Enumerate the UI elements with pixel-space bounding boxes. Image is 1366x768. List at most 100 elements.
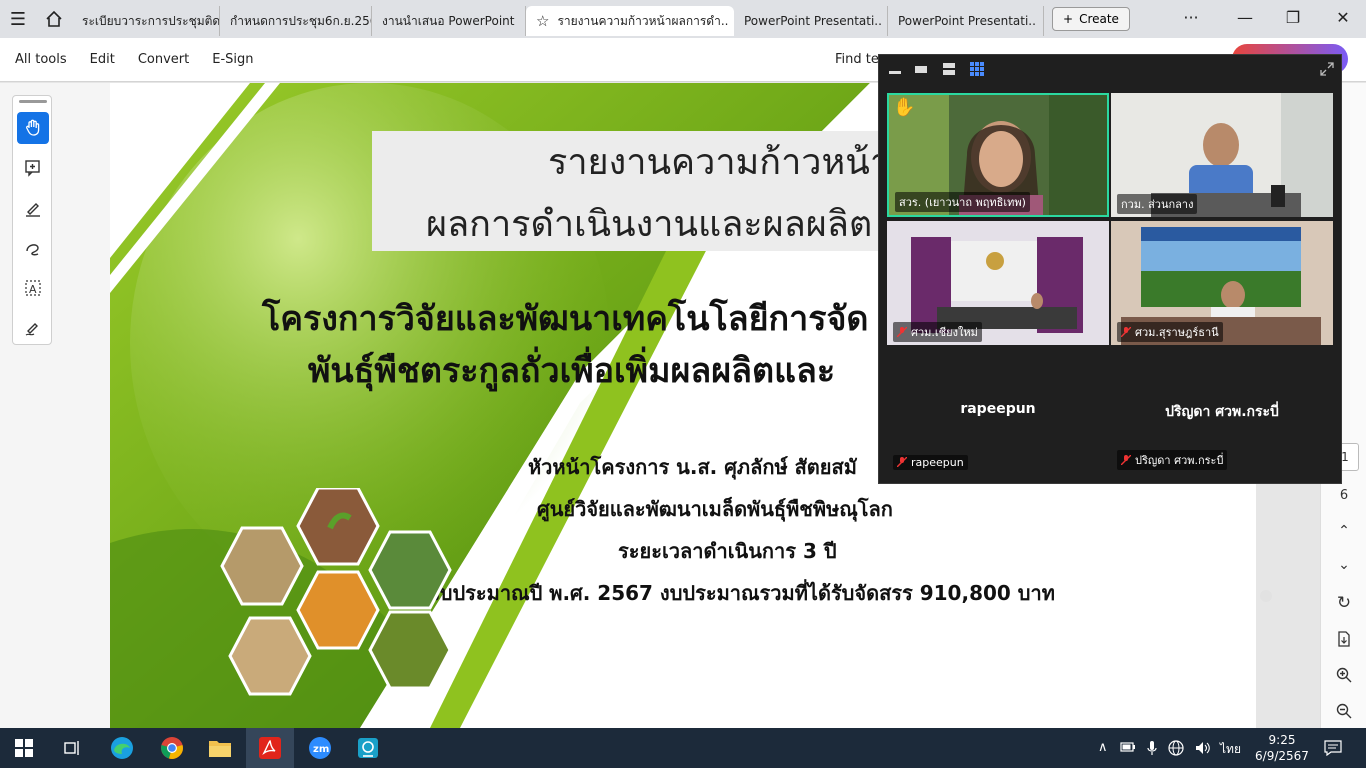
project-leader: หัวหน้าโครงการ น.ส. ศุภลักษ์ สัตยสมั bbox=[528, 455, 857, 479]
draw-icon[interactable] bbox=[17, 232, 49, 264]
menu-all-tools[interactable]: All tools bbox=[15, 52, 67, 67]
participant-display-name: ปริญดา ศวพ.กระบี่ bbox=[1165, 404, 1279, 420]
svg-text:zm: zm bbox=[313, 744, 329, 755]
tab-label: รายงานความก้าวหน้าผลการดำ.. bbox=[557, 13, 729, 28]
muted-mic-icon bbox=[896, 456, 908, 468]
menu-convert[interactable]: Convert bbox=[138, 52, 189, 67]
clock-time: 9:25 bbox=[1268, 733, 1296, 747]
soybean-seeds-image bbox=[220, 526, 304, 606]
participant-name-text: ศวม.เชียงใหม่ bbox=[911, 326, 978, 339]
app-icon[interactable] bbox=[344, 728, 392, 768]
research-center: ศูนย์วิจัยและพัฒนาเมล็ดพันธุ์พืชพิษณุโลก bbox=[537, 497, 893, 521]
video-tile-off[interactable]: ปริญดา ศวพ.กระบี่ ปริญดา ศวพ.กระบี่ bbox=[1111, 349, 1333, 473]
windows-start-icon[interactable] bbox=[0, 728, 48, 768]
tab-label: ระเบียบวาระการประชุมติดตา.. bbox=[82, 13, 220, 28]
acrobat-icon[interactable] bbox=[246, 728, 294, 768]
participant-display-name: rapeepun bbox=[960, 401, 1036, 417]
volume-icon[interactable] bbox=[1194, 740, 1212, 759]
tab-label: PowerPoint Presentati.. bbox=[744, 14, 882, 28]
next-page-icon[interactable]: ⌄ bbox=[1329, 551, 1359, 579]
text-select-icon[interactable]: A bbox=[17, 272, 49, 304]
page-count: 6 bbox=[1339, 487, 1349, 503]
menu-edit[interactable]: Edit bbox=[90, 52, 115, 67]
seedling-image bbox=[296, 488, 380, 566]
sign-icon[interactable] bbox=[17, 312, 49, 344]
video-tile-off[interactable]: rapeepun rapeepun bbox=[887, 349, 1109, 473]
notification-icon[interactable] bbox=[1324, 740, 1342, 759]
zoom-out-icon[interactable] bbox=[1329, 697, 1359, 725]
zoom-app-icon[interactable]: zm bbox=[296, 728, 344, 768]
participant-name: สวร. (เยาวนาถ พฤทธิเทพ) bbox=[895, 192, 1030, 212]
browser-tab[interactable]: งานนำเสนอ PowerPoint bbox=[372, 6, 526, 36]
tab-label: กำหนดการประชุม6ก.ย.256.. bbox=[230, 13, 372, 28]
participant-name: ศวม.เชียงใหม่ bbox=[893, 322, 982, 342]
browser-tab[interactable]: กำหนดการประชุม6ก.ย.256.. bbox=[220, 6, 372, 36]
browser-tab-bar: ☰ ระเบียบวาระการประชุมติดตา.. กำหนดการปร… bbox=[0, 0, 1366, 38]
network-globe-icon[interactable] bbox=[1168, 740, 1184, 759]
task-view-icon[interactable] bbox=[48, 728, 96, 768]
browser-tab[interactable]: PowerPoint Presentati.. bbox=[734, 6, 888, 36]
zoom-in-icon[interactable] bbox=[1329, 661, 1359, 689]
raise-hand-icon: ✋ bbox=[893, 97, 916, 118]
chevron-up-icon[interactable]: ∧ bbox=[1098, 740, 1108, 755]
video-tile[interactable]: ศวม.สุราษฎร์ธานี bbox=[1111, 221, 1333, 345]
zoom-meeting-window: ✋ สวร. (เยาวนาถ พฤทธิเทพ) กวม. ส่วนกลาง … bbox=[878, 54, 1342, 484]
previous-page-icon[interactable]: ⌃ bbox=[1329, 517, 1359, 545]
more-options-icon[interactable]: ··· bbox=[1166, 0, 1216, 34]
hamburger-menu-icon[interactable]: ☰ bbox=[0, 0, 36, 38]
input-language[interactable]: ไทย bbox=[1220, 740, 1241, 759]
slide-title-line1: รายงานความก้าวหน้า bbox=[548, 142, 891, 183]
participant-name: กวม. ส่วนกลาง bbox=[1117, 194, 1198, 214]
zoom-window-toolbar bbox=[879, 55, 1341, 85]
home-icon[interactable] bbox=[36, 0, 72, 38]
participant-name-text: ปริญดา ศวพ.กระบี่ bbox=[1135, 454, 1224, 467]
minimize-icon[interactable]: — bbox=[1220, 0, 1270, 34]
project-budget: งบประมาณปี พ.ศ. 2567 งบประมาณรวมที่ได้รั… bbox=[430, 581, 1055, 605]
speaker-view-icon[interactable] bbox=[913, 61, 929, 77]
battery-icon[interactable] bbox=[1120, 740, 1136, 757]
participant-name-text: ศวม.สุราษฎร์ธานี bbox=[1135, 326, 1219, 339]
gallery-view-icon[interactable] bbox=[969, 61, 985, 77]
corn-image bbox=[296, 570, 380, 650]
video-tile[interactable]: ✋ สวร. (เยาวนาถ พฤทธิเทพ) bbox=[887, 93, 1109, 217]
create-button[interactable]: + Create bbox=[1052, 7, 1130, 31]
menu-esign[interactable]: E-Sign bbox=[212, 52, 253, 67]
svg-text:A: A bbox=[29, 283, 37, 296]
scrollbar-thumb[interactable] bbox=[1260, 590, 1272, 602]
add-comment-icon[interactable] bbox=[17, 152, 49, 184]
tab-label: PowerPoint Presentati.. bbox=[898, 14, 1036, 28]
drag-handle[interactable] bbox=[19, 100, 47, 103]
windows-taskbar: zm ∧ ไทย 9:25 6/9/2567 bbox=[0, 728, 1366, 768]
crop-photo-collage bbox=[220, 488, 452, 696]
mung-bean-image bbox=[368, 610, 452, 690]
project-name-line1: โครงการวิจัยและพัฒนาเทคโนโลยีการจัด bbox=[262, 299, 869, 339]
muted-mic-icon bbox=[1120, 326, 1132, 338]
edge-browser-icon[interactable] bbox=[98, 728, 146, 768]
hand-tool-icon[interactable] bbox=[17, 112, 49, 144]
highlight-icon[interactable] bbox=[17, 192, 49, 224]
muted-mic-icon bbox=[896, 326, 908, 338]
video-tile[interactable]: ศวม.เชียงใหม่ bbox=[887, 221, 1109, 345]
rotate-icon[interactable]: ↻ bbox=[1329, 589, 1359, 617]
peanut-image bbox=[228, 616, 312, 696]
bean-field-image bbox=[368, 530, 452, 610]
close-window-icon[interactable]: ✕ bbox=[1318, 0, 1366, 34]
star-icon[interactable]: ☆ bbox=[536, 12, 549, 30]
participant-name: ศวม.สุราษฎร์ธานี bbox=[1117, 322, 1223, 342]
browser-tab-active[interactable]: ☆ รายงานความก้าวหน้าผลการดำ.. ✕ bbox=[526, 6, 734, 36]
minimize-view-icon[interactable] bbox=[887, 61, 903, 77]
chrome-icon[interactable] bbox=[148, 728, 196, 768]
system-clock[interactable]: 9:25 6/9/2567 bbox=[1252, 732, 1312, 764]
expand-icon[interactable] bbox=[1319, 61, 1335, 77]
muted-mic-icon bbox=[1120, 454, 1132, 466]
restore-icon[interactable]: ❐ bbox=[1268, 0, 1318, 34]
extract-page-icon[interactable] bbox=[1329, 625, 1359, 653]
browser-tab[interactable]: PowerPoint Presentati.. bbox=[888, 6, 1044, 36]
strip-view-icon[interactable] bbox=[941, 61, 957, 77]
browser-tab[interactable]: ระเบียบวาระการประชุมติดตา.. bbox=[72, 6, 220, 36]
tab-label: งานนำเสนอ PowerPoint bbox=[382, 13, 515, 28]
file-explorer-icon[interactable] bbox=[196, 728, 244, 768]
microphone-icon[interactable] bbox=[1146, 740, 1158, 759]
video-tile[interactable]: กวม. ส่วนกลาง bbox=[1111, 93, 1333, 217]
project-name-line2: พันธุ์พืชตระกูลถั่วเพื่อเพิ่มผลผลิตและ bbox=[308, 351, 836, 391]
